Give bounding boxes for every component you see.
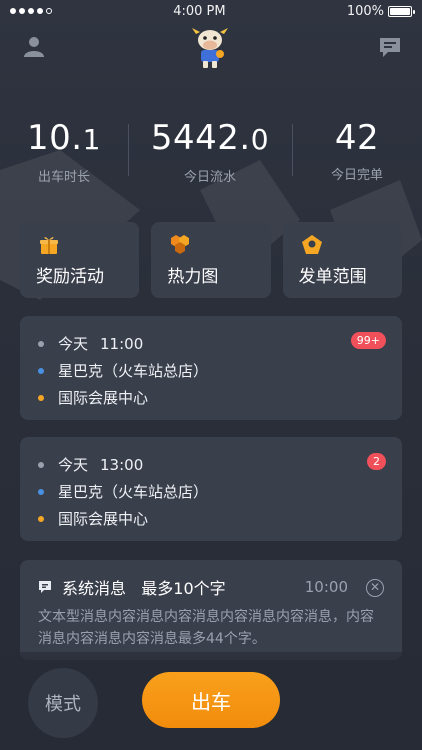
time-dot (38, 340, 44, 347)
heatmap-icon (171, 235, 190, 254)
system-message-card[interactable]: 系统消息 最多10个字 10:00 ✕ 文本型消息内容消息内容消息内容消息内容消… (20, 560, 402, 660)
orders-label: 今日完单 (330, 168, 383, 183)
stat-duration: 10.1 出车时长 (0, 118, 128, 188)
order-from: 星巴克（火车站总店） (58, 362, 209, 380)
action-range-button[interactable]: 发单范围 (282, 222, 402, 298)
order-time-row: 今天 13:00 (38, 451, 384, 478)
stat-orders: 42 今日完单 (292, 118, 422, 188)
message-icon[interactable] (378, 36, 402, 58)
unread-badge: 99+ (350, 332, 386, 349)
status-bar: 4:00 PM 100% (0, 0, 422, 22)
duration-value: 10.1 (27, 118, 101, 158)
action-rewards-label: 奖励活动 (36, 267, 104, 287)
message-title: 系统消息 最多10个字 (62, 579, 226, 598)
action-heatmap-button[interactable]: 热力图 (151, 222, 271, 298)
stat-income: 5442.0 今日流水 (128, 118, 292, 188)
close-icon[interactable]: ✕ (366, 579, 384, 597)
stats-panel: 10.1 出车时长 5442.0 今日流水 42 今日完单 (0, 118, 422, 188)
bull-mascot-logo (192, 28, 228, 68)
battery-indicator: 100% (346, 3, 415, 19)
order-to: 国际会展中心 (58, 389, 149, 407)
order-to-row: 国际会展中心 (38, 505, 384, 532)
action-rewards-button[interactable]: 奖励活动 (20, 222, 140, 298)
notice-icon (39, 581, 51, 593)
message-time: 10:00 (304, 578, 348, 596)
app-screen: 4:00 PM 100% 10.1 出车时长 5442.0 今日流水 42 今日… (0, 0, 422, 750)
signal-icon (10, 8, 52, 14)
pickup-dot (38, 367, 44, 374)
duration-label: 出车时长 (37, 170, 90, 185)
income-value: 5442.0 (150, 118, 270, 158)
order-from-row: 星巴克（火车站总店） (38, 357, 384, 384)
pickup-dot (38, 488, 44, 495)
order-day: 今天 (58, 335, 89, 353)
top-bar (0, 26, 422, 70)
dropoff-dot (38, 394, 44, 401)
gift-icon (40, 237, 58, 254)
mode-button[interactable]: 模式 (28, 668, 98, 738)
order-time-row: 今天 11:00 (38, 330, 384, 357)
order-from-row: 星巴克（火车站总店） (38, 478, 384, 505)
battery-icon (388, 5, 415, 17)
order-clock: 13:00 (100, 455, 144, 474)
order-to-row: 国际会展中心 (38, 384, 384, 411)
order-from: 星巴克（火车站总店） (58, 483, 209, 501)
order-card[interactable]: 今天 11:00 星巴克（火车站总店） 国际会展中心 99+ (20, 316, 402, 420)
order-to: 国际会展中心 (58, 510, 149, 528)
battery-percent: 100% (346, 3, 384, 19)
dropoff-dot (38, 515, 44, 522)
action-range-label: 发单范围 (298, 267, 367, 287)
start-driving-button[interactable]: 出车 (142, 672, 280, 728)
message-body: 文本型消息内容消息内容消息内容消息内容消息，内容消息内容消息内容消息最多44个字… (38, 609, 374, 647)
time-dot (38, 461, 44, 468)
order-day: 今天 (58, 456, 89, 474)
unread-badge: 2 (367, 453, 386, 470)
action-heatmap-label: 热力图 (167, 267, 219, 287)
user-profile-icon[interactable] (22, 34, 46, 58)
status-time: 4:00 PM (173, 3, 226, 19)
range-icon (301, 235, 322, 254)
order-card[interactable]: 今天 13:00 星巴克（火车站总店） 国际会展中心 2 (20, 437, 402, 541)
order-clock: 11:00 (100, 334, 144, 353)
income-label: 今日流水 (183, 170, 236, 185)
quick-actions: 奖励活动 热力图 发单范围 (20, 222, 402, 298)
orders-value: 42 (334, 118, 380, 158)
